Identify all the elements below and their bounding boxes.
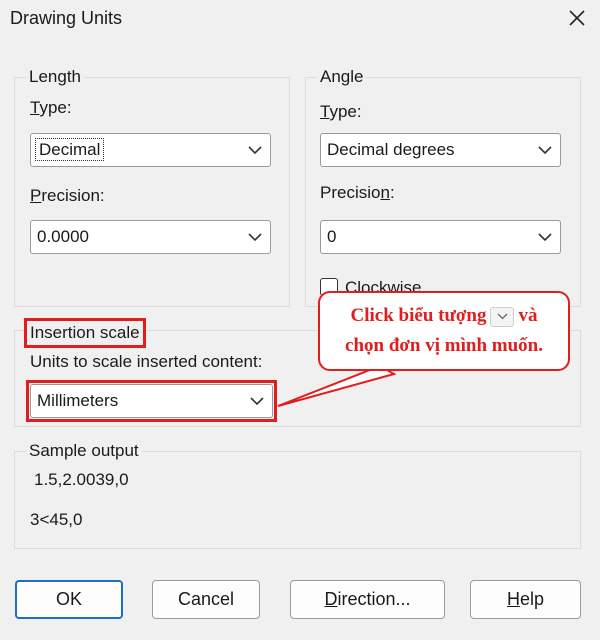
length-type-label: Type:	[30, 98, 72, 117]
angle-type-dropdown[interactable]: Decimal degrees	[320, 133, 561, 167]
chevron-down-icon	[490, 306, 515, 327]
ok-button[interactable]: OK	[15, 580, 123, 619]
length-precision-label: Precision:	[30, 186, 105, 205]
insertion-scale-legend: Insertion scale	[24, 318, 146, 348]
angle-type-label: Type:	[320, 102, 362, 121]
dialog-title: Drawing Units	[10, 8, 123, 28]
units-dropdown[interactable]: Millimeters	[30, 384, 273, 418]
units-value: Millimeters	[37, 391, 119, 410]
help-button[interactable]: Help	[470, 580, 581, 619]
close-button[interactable]	[562, 2, 592, 34]
chevron-down-icon	[242, 385, 272, 417]
length-type-value: Decimal	[34, 138, 105, 161]
chevron-down-icon	[240, 221, 270, 253]
callout-line-2: chọn đơn vị mình muốn.	[345, 335, 543, 356]
length-type-dropdown[interactable]: Decimal	[30, 133, 271, 167]
direction-button[interactable]: Direction...	[290, 580, 445, 619]
angle-type-value: Decimal degrees	[327, 140, 455, 159]
chevron-down-icon	[530, 134, 560, 166]
sample-output-group	[14, 451, 581, 549]
callout-line-1: Click biểu tượng và	[320, 301, 568, 331]
cancel-button[interactable]: Cancel	[152, 580, 260, 619]
chevron-down-icon	[240, 134, 270, 166]
angle-legend: Angle	[317, 67, 367, 87]
length-precision-value: 0.0000	[37, 227, 89, 246]
angle-precision-value: 0	[327, 227, 337, 246]
close-icon	[569, 10, 585, 26]
units-to-scale-label: Units to scale inserted content:	[30, 352, 263, 371]
sample-output-line-2: 3<45,0	[30, 510, 83, 529]
angle-precision-label: Precision:	[320, 183, 395, 202]
angle-precision-dropdown[interactable]: 0	[320, 220, 561, 254]
chevron-down-icon	[530, 221, 560, 253]
length-legend: Length	[26, 67, 84, 87]
length-precision-dropdown[interactable]: 0.0000	[30, 220, 271, 254]
sample-output-line-1: 1.5,2.0039,0	[34, 470, 129, 489]
callout-text-after: và	[518, 305, 538, 326]
sample-output-legend: Sample output	[26, 441, 142, 461]
callout-text-before: Click biểu tượng	[350, 305, 487, 326]
callout-bubble: Click biểu tượng và chọn đơn vị mình muốn…	[318, 291, 570, 371]
